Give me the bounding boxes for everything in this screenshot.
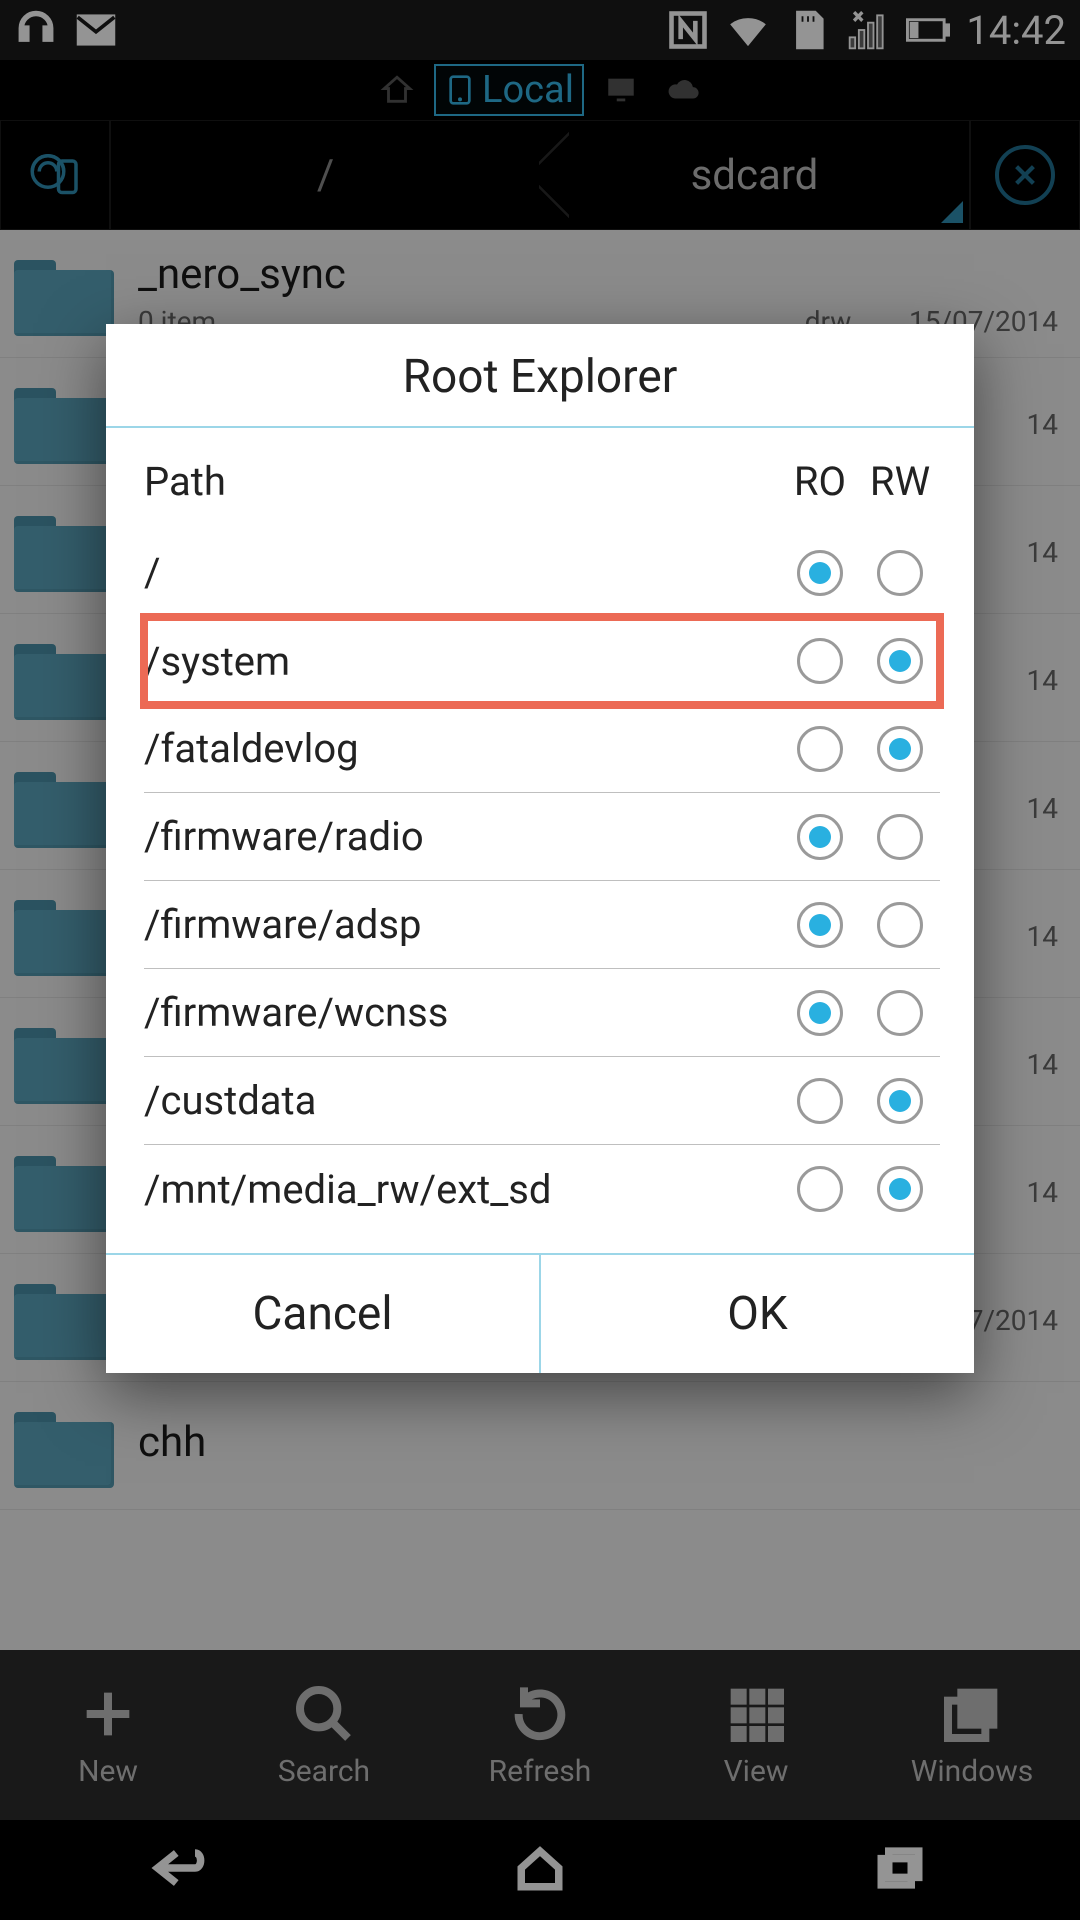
mount-path: / [144, 549, 780, 596]
radio-rw[interactable] [877, 550, 923, 596]
mount-path: /firmware/radio [144, 813, 780, 860]
mount-path: /custdata [144, 1077, 780, 1124]
mount-row: /firmware/radio [144, 793, 940, 881]
radio-ro[interactable] [797, 726, 843, 772]
radio-rw[interactable] [877, 726, 923, 772]
radio-rw[interactable] [877, 990, 923, 1036]
radio-ro[interactable] [797, 1078, 843, 1124]
mount-row: /firmware/wcnss [144, 969, 940, 1057]
cancel-button[interactable]: Cancel [106, 1255, 539, 1373]
root-explorer-dialog: Root Explorer Path RO RW / /system /fata… [106, 324, 974, 1373]
mount-path: /mnt/media_rw/ext_sd [144, 1166, 780, 1213]
mount-row: /mnt/media_rw/ext_sd [144, 1145, 940, 1233]
mount-row: / [144, 529, 940, 617]
radio-ro[interactable] [797, 638, 843, 684]
radio-ro[interactable] [797, 550, 843, 596]
mount-row: /system [144, 617, 940, 705]
dialog-header-row: Path RO RW [144, 448, 940, 529]
radio-rw[interactable] [877, 638, 923, 684]
ok-button[interactable]: OK [539, 1255, 974, 1373]
radio-ro[interactable] [797, 902, 843, 948]
mount-row: /custdata [144, 1057, 940, 1145]
mount-path: /firmware/wcnss [144, 989, 780, 1036]
radio-ro[interactable] [797, 814, 843, 860]
header-ro: RO [780, 458, 860, 505]
radio-rw[interactable] [877, 1078, 923, 1124]
mount-row: /firmware/adsp [144, 881, 940, 969]
mount-path: /fataldevlog [144, 725, 780, 772]
mount-row: /fataldevlog [144, 705, 940, 793]
radio-ro[interactable] [797, 1166, 843, 1212]
radio-ro[interactable] [797, 990, 843, 1036]
radio-rw[interactable] [877, 814, 923, 860]
header-rw: RW [860, 458, 940, 505]
radio-rw[interactable] [877, 1166, 923, 1212]
dialog-title: Root Explorer [106, 324, 974, 426]
header-path: Path [144, 458, 780, 505]
mount-path: /system [144, 638, 780, 685]
mount-path: /firmware/adsp [144, 901, 780, 948]
radio-rw[interactable] [877, 902, 923, 948]
